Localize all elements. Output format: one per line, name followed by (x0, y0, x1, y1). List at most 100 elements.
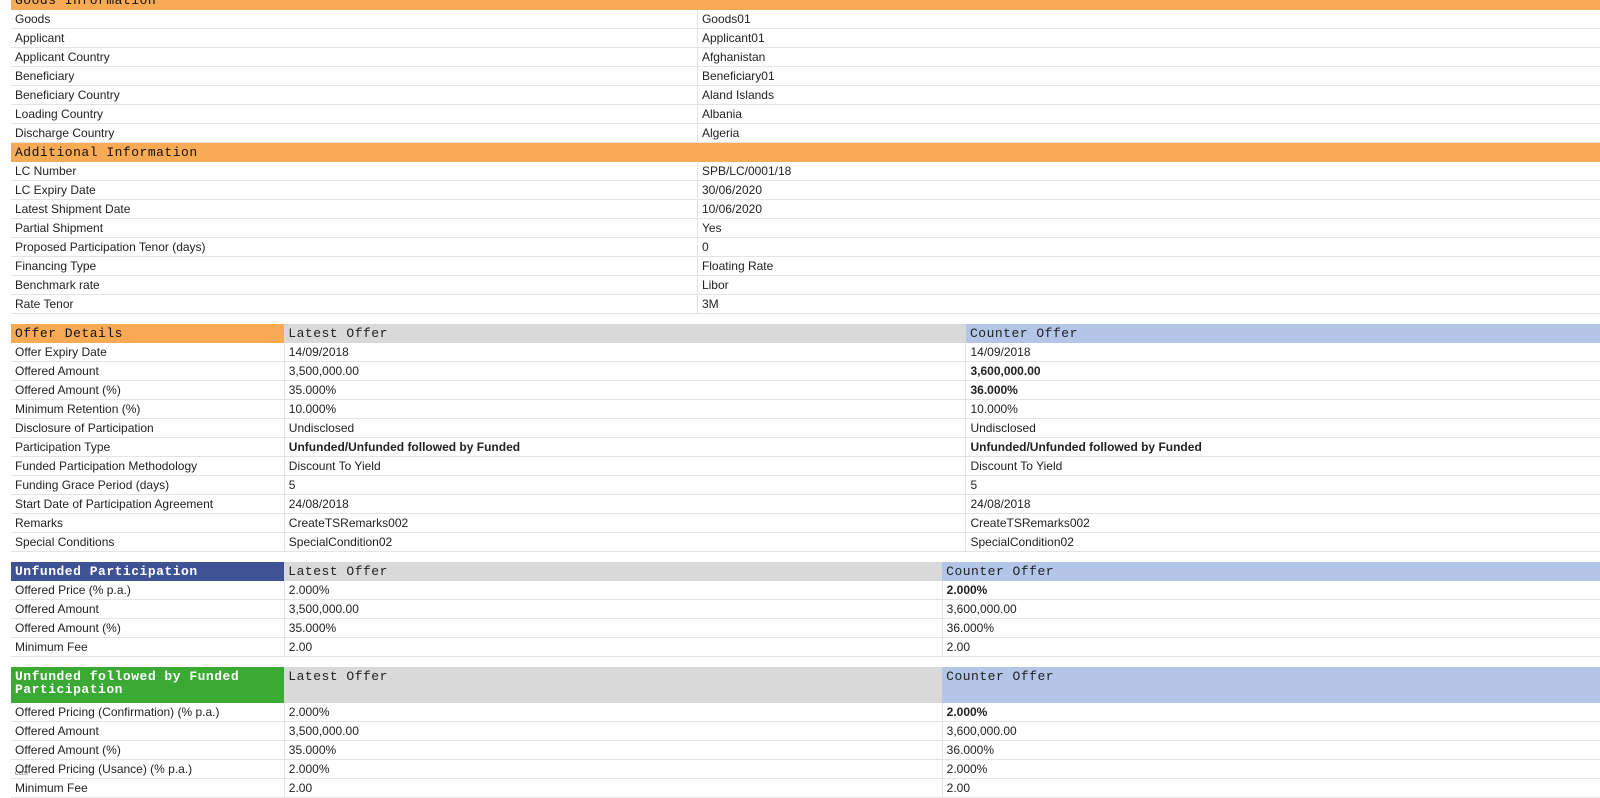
row-label: Proposed Participation Tenor (days) (11, 237, 698, 257)
section-title: Additional Information (11, 143, 1600, 162)
counter-offer-header: Counter Offer (942, 562, 1600, 581)
table-row: Rate Tenor 3M (11, 294, 1600, 314)
table-row: Offered Amount (%) 35.000% 36.000% (11, 740, 1600, 760)
table-row: LC Expiry Date 30/06/2020 (11, 180, 1600, 200)
counter-offer-value: 5 (965, 475, 1600, 495)
row-label: Offer Expiry Date (11, 343, 285, 362)
table-row: Discharge Country Algeria (11, 123, 1600, 143)
table-row: Offered Pricing (Usance) (% p.a.) 2.000% 2… (11, 759, 1600, 779)
row-label: Minimum Fee (11, 637, 285, 657)
counter-offer-value: 2.00 (941, 778, 1600, 798)
row-label: Participation Type (11, 437, 285, 457)
row-label: Funded Participation Methodology (11, 456, 285, 476)
row-value: SPB/LC/0001/18 (696, 162, 1600, 181)
table-row: Offer Expiry Date 14/09/2018 14/09/2018 (11, 343, 1600, 362)
row-label: Minimum Retention (%) (11, 399, 285, 419)
row-label: Loading Country (11, 104, 698, 124)
latest-offer-value: 10.000% (283, 399, 966, 419)
row-label: Offered Amount (%) (11, 740, 285, 760)
table-row: Offered Amount 3,500,000.00 3,600,000.00 (11, 361, 1600, 381)
latest-offer-value: Discount To Yield (283, 456, 966, 476)
offer-details-header: Offer Details Latest Offer Counter Offer (11, 324, 1600, 343)
row-label: Applicant Country (11, 47, 698, 67)
latest-offer-value: Unfunded/Unfunded followed by Funded (283, 437, 966, 457)
table-row: Applicant Applicant01 (11, 28, 1600, 48)
row-value: 30/06/2020 (696, 180, 1600, 200)
counter-offer-value: Unfunded/Unfunded followed by Funded (965, 437, 1600, 457)
row-value: Afghanistan (696, 47, 1600, 67)
counter-offer-value: 36.000% (941, 618, 1600, 638)
table-row: Minimum Retention (%) 10.000% 10.000% (11, 399, 1600, 419)
latest-offer-value: CreateTSRemarks002 (283, 513, 966, 533)
table-row: Start Date of Participation Agreement 24/… (11, 494, 1600, 514)
row-label: Funding Grace Period (days) (11, 475, 285, 495)
counter-offer-value: 2.000% (941, 759, 1600, 779)
row-value: Algeria (696, 123, 1600, 143)
counter-offer-header: Counter Offer (942, 667, 1600, 703)
counter-offer-value: Discount To Yield (965, 456, 1600, 476)
row-label: Offered Price (% p.a.) (11, 581, 285, 600)
section-title: Offer Details (11, 324, 285, 343)
row-value: Floating Rate (696, 256, 1600, 276)
table-row: Funding Grace Period (days) 5 5 (11, 475, 1600, 495)
latest-offer-header: Latest Offer (284, 324, 966, 343)
latest-offer-value: 2.00 (283, 637, 943, 657)
section-title: Unfunded Participation (11, 562, 285, 581)
row-value: 10/06/2020 (696, 199, 1600, 219)
row-label: Rate Tenor (11, 294, 698, 314)
latest-offer-value: 3,500,000.00 (283, 599, 943, 619)
row-value: Yes (696, 218, 1600, 238)
additional-information-table: Additional Information LC Number SPB/LC/0… (11, 143, 1600, 314)
latest-offer-value: 35.000% (283, 618, 943, 638)
unfunded-funded-participation-header: Unfunded followed by Funded Participatio… (11, 667, 1600, 703)
row-label: Benchmark rate (11, 275, 698, 295)
table-row: Offered Amount (%) 35.000% 36.000% (11, 380, 1600, 400)
latest-offer-header: Latest Offer (284, 562, 943, 581)
latest-offer-header: Latest Offer (284, 667, 943, 703)
latest-offer-value: 2.000% (283, 759, 943, 779)
latest-offer-value: 3,500,000.00 (283, 361, 966, 381)
row-label: Discharge Country (11, 123, 698, 143)
counter-offer-value: 3,600,000.00 (965, 361, 1600, 381)
goods-information-header: Goods Information (11, 0, 1600, 10)
latest-offer-value: 2.00 (283, 778, 943, 798)
row-label: Partial Shipment (11, 218, 698, 238)
latest-offer-value: SpecialCondition02 (283, 532, 966, 552)
latest-offer-value: 35.000% (283, 380, 966, 400)
unfunded-participation-header: Unfunded Participation Latest Offer Coun… (11, 562, 1600, 581)
row-label: Financing Type (11, 256, 698, 276)
table-row: Beneficiary Country Aland Islands (11, 85, 1600, 105)
table-row: Latest Shipment Date 10/06/2020 (11, 199, 1600, 219)
row-label: Start Date of Participation Agreement (11, 494, 285, 514)
section-title: Unfunded followed by Funded Participatio… (11, 667, 285, 703)
table-row: Loading Country Albania (11, 104, 1600, 124)
row-value: Aland Islands (696, 85, 1600, 105)
table-row: Applicant Country Afghanistan (11, 47, 1600, 67)
counter-offer-value: CreateTSRemarks002 (965, 513, 1600, 533)
row-value: Applicant01 (696, 28, 1600, 48)
table-row: Minimum Fee 2.00 2.00 (11, 637, 1600, 657)
row-value: 3M (696, 294, 1600, 314)
row-label: Offered Pricing (Confirmation) (% p.a.) (11, 703, 285, 722)
counter-offer-value: 36.000% (941, 740, 1600, 760)
row-label: Offered Amount (11, 721, 285, 741)
counter-offer-value: 2.00 (941, 637, 1600, 657)
offer-details-table: Offer Details Latest Offer Counter Offer… (11, 324, 1600, 552)
row-label: Beneficiary (11, 66, 698, 86)
footnote: ccm (15, 770, 28, 777)
additional-information-header: Additional Information (11, 143, 1600, 162)
row-label: Offered Amount (%) (11, 618, 285, 638)
row-value: 0 (696, 237, 1600, 257)
table-row: Participation Type Unfunded/Unfunded foll… (11, 437, 1600, 457)
row-label: Offered Amount (%) (11, 380, 285, 400)
table-row: Remarks CreateTSRemarks002 CreateTSRemarks… (11, 513, 1600, 533)
latest-offer-value: 3,500,000.00 (283, 721, 943, 741)
counter-offer-value: 2.000% (941, 703, 1600, 722)
counter-offer-header: Counter Offer (965, 324, 1600, 343)
latest-offer-value: 35.000% (283, 740, 943, 760)
table-row: Benchmark rate Libor (11, 275, 1600, 295)
latest-offer-value: 2.000% (283, 581, 943, 600)
section-title: Goods Information (11, 0, 1600, 10)
row-value: Beneficiary01 (696, 66, 1600, 86)
row-label: Offered Pricing (Usance) (% p.a.) (11, 759, 285, 779)
